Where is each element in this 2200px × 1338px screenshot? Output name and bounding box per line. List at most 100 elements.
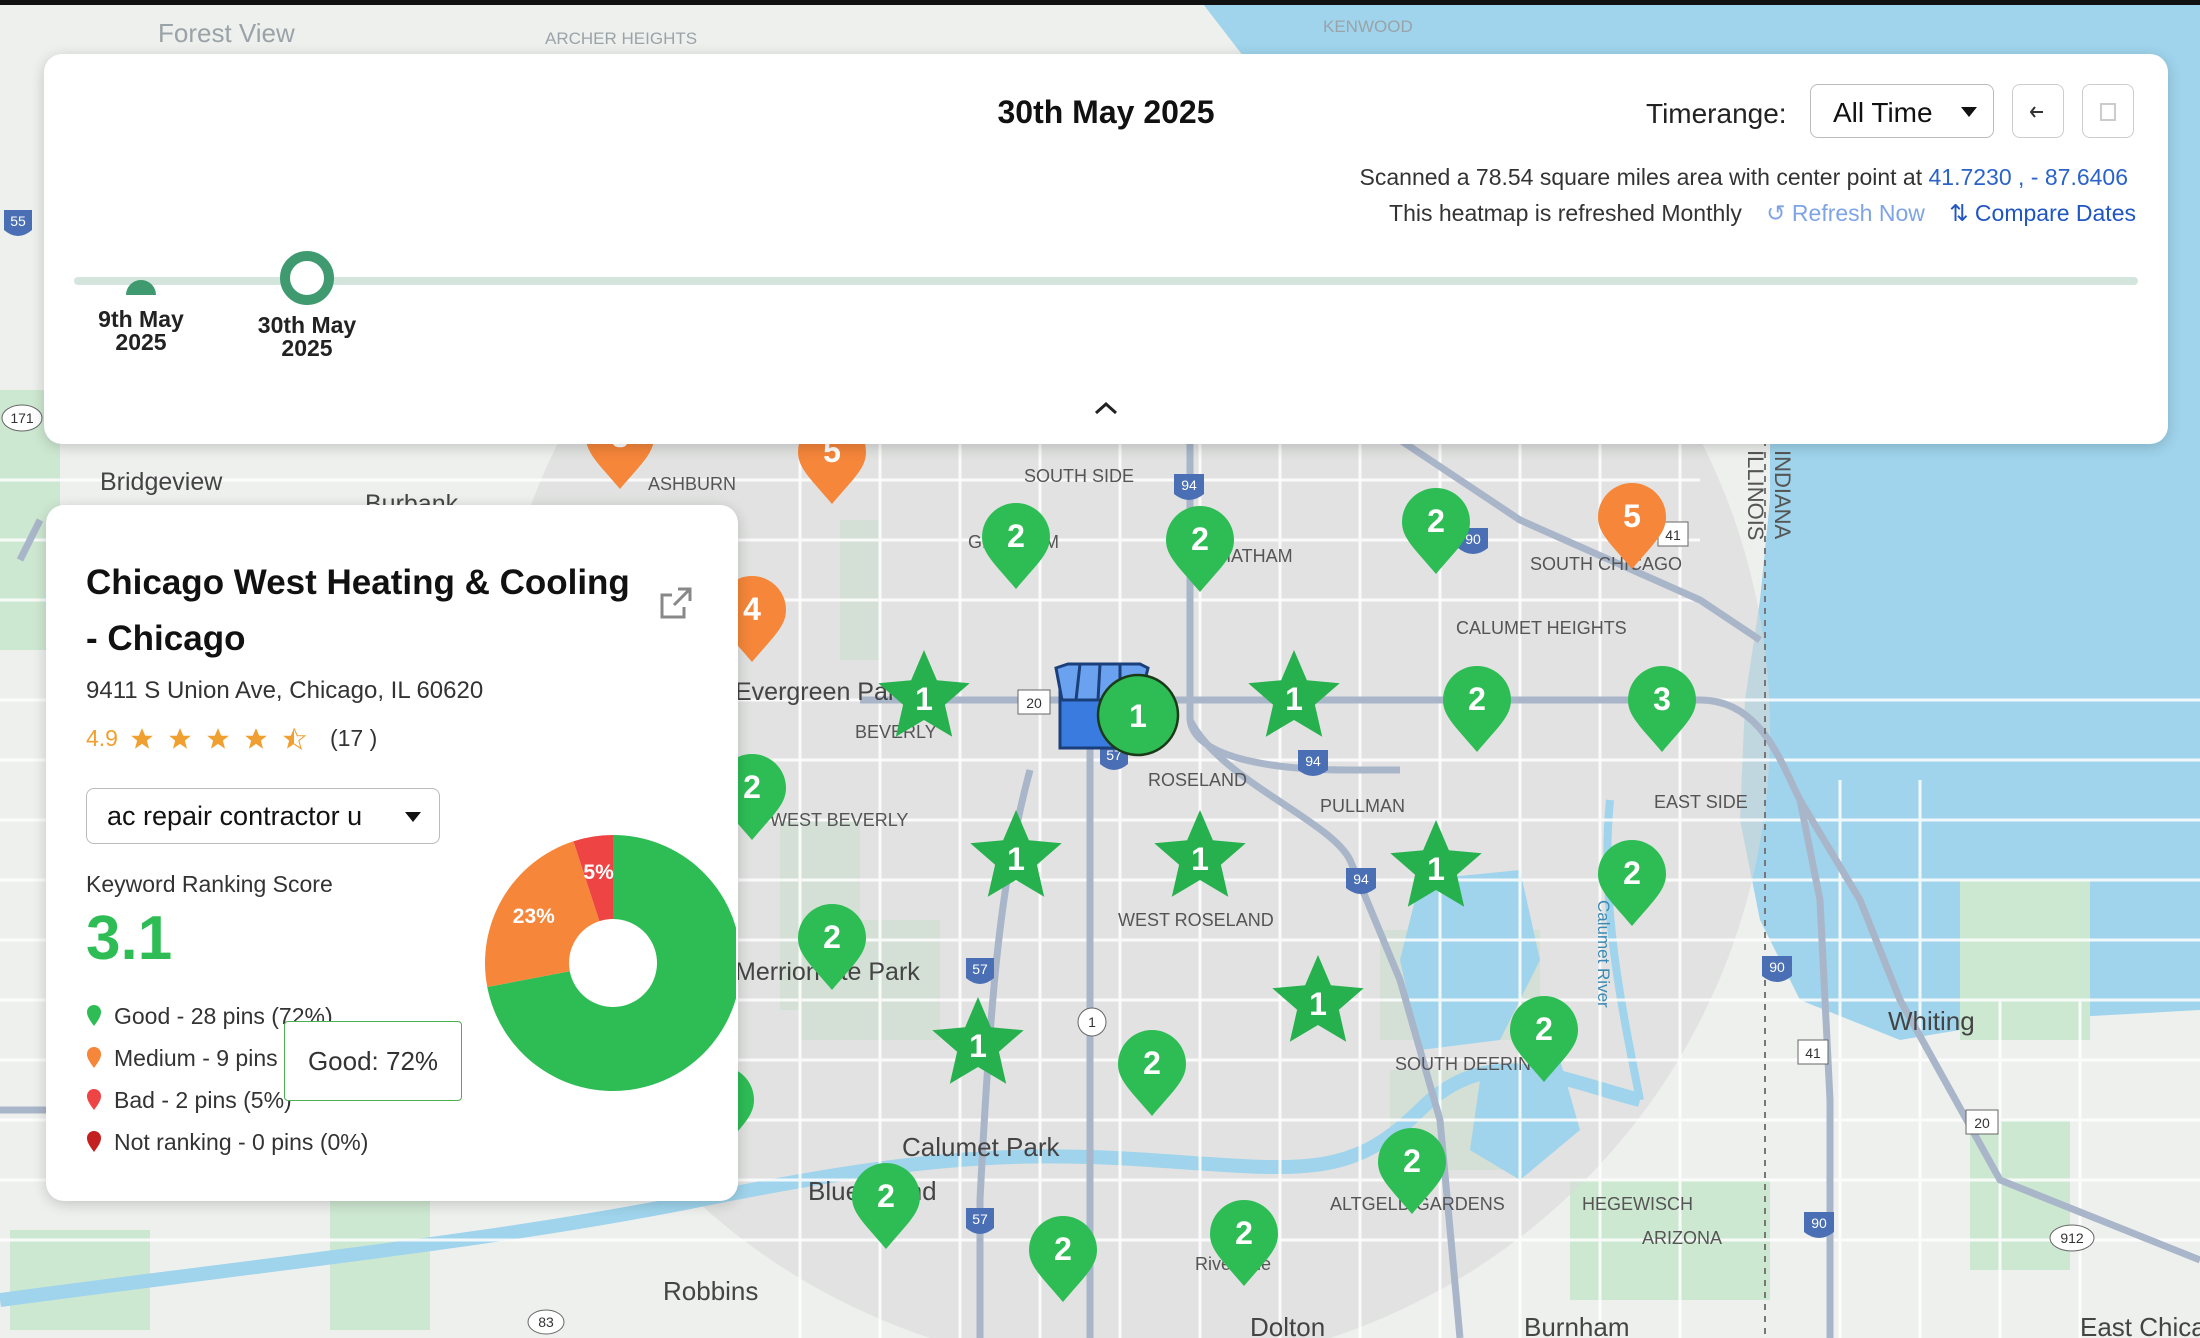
highway-shield: 94	[1346, 868, 1376, 894]
collapse-chevron-icon[interactable]	[1091, 399, 1121, 419]
legend-not-ranking: Not ranking - 0 pins (0%)	[86, 1121, 368, 1163]
svg-text:2: 2	[1143, 1045, 1161, 1081]
place-label: Evergreen Park	[735, 678, 909, 706]
rating-value: 4.9	[86, 725, 118, 751]
place-label: ILLINOIS	[1743, 450, 1768, 540]
svg-text:90: 90	[1769, 959, 1785, 975]
svg-text:2: 2	[1623, 855, 1641, 891]
highway-shield: 90	[1804, 1212, 1834, 1238]
refresh-icon: ↺	[1766, 200, 1792, 226]
refresh-text: This heatmap is refreshed Monthly	[1389, 200, 1742, 226]
svg-text:2: 2	[1235, 1215, 1253, 1251]
external-link-icon[interactable]	[656, 583, 696, 623]
timerange-select[interactable]: All Time	[1810, 84, 1994, 138]
place-label: ARCHER HEIGHTS	[545, 29, 697, 48]
svg-text:94: 94	[1353, 871, 1369, 887]
place-label: HEGEWISCH	[1582, 1194, 1693, 1214]
compare-icon: ⇅	[1949, 200, 1975, 226]
timeline-point-2-selected[interactable]	[280, 251, 334, 305]
svg-text:2: 2	[1054, 1231, 1072, 1267]
svg-text:57: 57	[972, 961, 988, 977]
svg-text:83: 83	[538, 1314, 554, 1330]
highway-shield: 55	[4, 210, 32, 236]
keyword-value: ac repair contractor u	[107, 801, 363, 831]
scan-text: Scanned a 78.54 square miles area with c…	[1359, 164, 1923, 190]
svg-text:1: 1	[1285, 681, 1303, 717]
document-icon	[2100, 103, 2116, 121]
svg-text:2: 2	[1191, 521, 1209, 557]
svg-text:2: 2	[1007, 518, 1025, 554]
pin-icon	[87, 1005, 101, 1026]
svg-text:912: 912	[2060, 1230, 2084, 1246]
timeline-track[interactable]	[74, 277, 2138, 285]
svg-text:1: 1	[1129, 698, 1147, 734]
svg-text:41: 41	[1665, 527, 1681, 543]
center-rank-marker[interactable]: 1	[1096, 673, 1180, 757]
place-label: Calumet Park	[902, 1132, 1060, 1162]
svg-text:171: 171	[10, 410, 34, 426]
svg-text:1: 1	[1007, 841, 1025, 877]
place-label: ASHBURN	[648, 474, 736, 494]
longitude-link[interactable]: , - 87.6406	[2018, 164, 2128, 190]
svg-text:4: 4	[743, 591, 761, 627]
star-icon	[245, 727, 267, 749]
chart-tooltip: Good: 72%	[284, 1021, 462, 1101]
rating-row: 4.9 (17 )	[86, 725, 377, 752]
donut-data-label: 5%	[583, 861, 614, 884]
svg-text:41: 41	[1805, 1045, 1821, 1061]
place-label: WEST ROSELAND	[1118, 910, 1274, 930]
svg-text:90: 90	[1811, 1215, 1827, 1231]
ranking-donut-chart[interactable]: 23% 5%	[436, 815, 736, 1115]
latitude-link[interactable]: 41.7230	[1929, 164, 2012, 190]
svg-text:2: 2	[1535, 1011, 1553, 1047]
svg-text:1: 1	[1309, 986, 1327, 1022]
place-label: KENWOOD	[1323, 17, 1413, 36]
place-label: Robbins	[663, 1276, 758, 1306]
svg-text:2: 2	[1427, 503, 1445, 539]
arrow-left-icon	[2029, 106, 2043, 118]
refresh-info: This heatmap is refreshed Monthly ↺ Refr…	[1389, 200, 2136, 227]
refresh-now-link[interactable]: ↺ Refresh Now	[1766, 200, 1925, 226]
pin-icon	[87, 1047, 101, 1068]
place-label: Bridgeview	[100, 468, 223, 496]
place-label: ARIZONA	[1642, 1228, 1722, 1248]
place-label: PULLMAN	[1320, 796, 1405, 816]
scan-info: Scanned a 78.54 square miles area with c…	[1360, 164, 2128, 191]
svg-text:3: 3	[1653, 681, 1671, 717]
svg-text:5: 5	[1623, 498, 1641, 534]
highway-shield: 94	[1174, 474, 1204, 500]
timeline-date-1[interactable]: 9th May 2025	[86, 308, 196, 354]
score-label: Keyword Ranking Score	[86, 871, 333, 897]
place-label: CALUMET HEIGHTS	[1456, 618, 1627, 638]
top-edge	[0, 0, 2200, 5]
pin-icon	[87, 1089, 101, 1110]
svg-text:2: 2	[823, 919, 841, 955]
download-button[interactable]	[2082, 84, 2134, 138]
svg-text:2: 2	[1468, 681, 1486, 717]
highway-shield: 57	[966, 958, 994, 984]
svg-text:2: 2	[877, 1178, 895, 1214]
timerange-value: All Time	[1833, 97, 1933, 128]
place-label: Dolton	[1250, 1312, 1325, 1338]
highway-shield: 171	[1, 404, 43, 432]
place-label: Forest View	[158, 18, 295, 48]
ranking-score: 3.1	[86, 904, 173, 973]
place-label: ROSELAND	[1148, 770, 1247, 790]
place-label: Whiting	[1888, 1006, 1975, 1036]
caret-down-icon	[1961, 107, 1977, 117]
highway-shield: 41	[1797, 1039, 1829, 1065]
svg-text:1: 1	[969, 1028, 987, 1064]
business-panel: Chicago West Heating & Cooling - Chicago…	[46, 505, 738, 1201]
business-name: Chicago West Heating & Cooling - Chicago	[86, 563, 630, 658]
highway-shield: 83	[527, 1309, 565, 1335]
svg-text:20: 20	[1026, 695, 1042, 711]
timeline-date-2[interactable]: 30th May 2025	[242, 314, 372, 360]
keyword-select[interactable]: ac repair contractor u	[86, 788, 440, 844]
previous-button[interactable]	[2012, 84, 2064, 138]
half-star-icon	[283, 727, 307, 750]
svg-text:2: 2	[743, 769, 761, 805]
donut-data-label: 23%	[513, 905, 555, 928]
caret-down-icon	[405, 812, 421, 822]
compare-dates-link[interactable]: ⇅ Compare Dates	[1949, 200, 2136, 226]
timeline-panel: 30th May 2025 Timerange: All Time Scanne…	[44, 54, 2168, 444]
